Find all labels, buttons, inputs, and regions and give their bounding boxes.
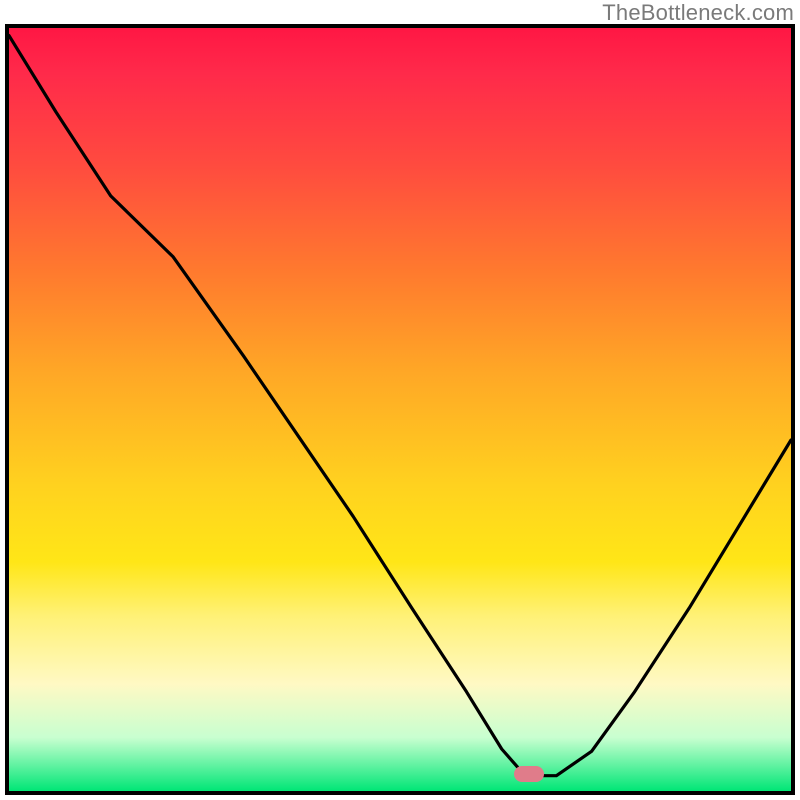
bottleneck-curve (9, 28, 791, 791)
optimum-marker (514, 766, 544, 782)
watermark-text: TheBottleneck.com (602, 0, 794, 26)
chart-frame (5, 24, 795, 795)
